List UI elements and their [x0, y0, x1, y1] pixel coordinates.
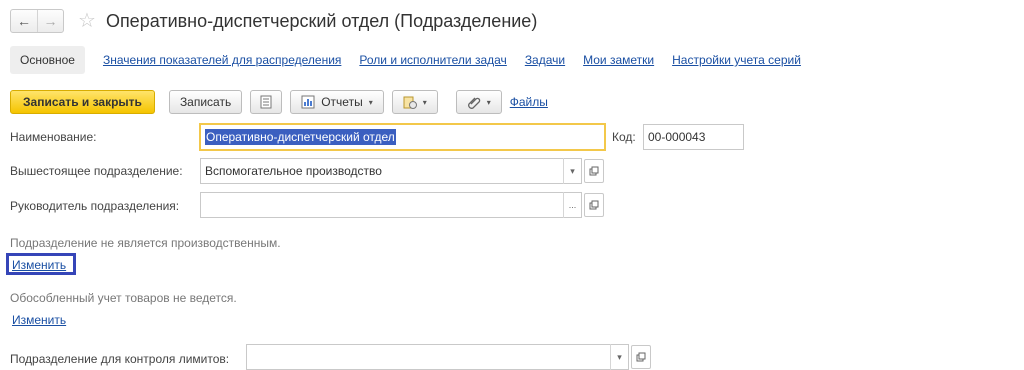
document-icon — [260, 95, 272, 109]
form-tabs: Основное Значения показателей для распре… — [10, 46, 801, 74]
nav-group: ← → — [10, 9, 64, 33]
save-and-close-button[interactable]: Записать и закрыть — [10, 90, 155, 114]
dropdown-button[interactable]: ▾ — [563, 158, 581, 184]
reports-button[interactable]: Отчеты ▾ — [290, 90, 384, 114]
parent-department-label: Вышестоящее подразделение: — [10, 164, 183, 178]
name-value: Оперативно-диспетчерский отдел — [205, 129, 396, 145]
open-window-icon — [636, 352, 646, 362]
save-button[interactable]: Записать — [168, 90, 243, 114]
tab-roles-executors[interactable]: Роли и исполнители задач — [359, 53, 506, 67]
head-input[interactable]: ... — [200, 192, 582, 218]
command-bar: Записать и закрыть Записать Отчеты ▾ ▾ ▾ — [10, 90, 548, 114]
tab-distribution-indicators[interactable]: Значения показателей для распределения — [103, 53, 341, 67]
dropdown-button[interactable]: ▾ — [610, 344, 628, 370]
open-parent-button[interactable] — [584, 159, 604, 183]
open-head-button[interactable] — [584, 193, 604, 217]
document-list-button[interactable] — [250, 90, 283, 114]
window-title: Оперативно-диспетчерский отдел (Подразде… — [105, 10, 538, 31]
change-production-link[interactable]: Изменить — [12, 258, 66, 272]
parent-department-value: Вспомогательное производство — [205, 164, 382, 178]
reports-label: Отчеты — [321, 95, 363, 109]
favorite-star-icon[interactable]: ☆ — [78, 11, 96, 31]
forward-button[interactable]: → — [37, 10, 63, 32]
tab-tasks[interactable]: Задачи — [525, 53, 565, 67]
chevron-down-icon: ▾ — [422, 97, 427, 107]
name-input[interactable]: Оперативно-диспетчерский отдел — [199, 123, 606, 151]
parent-department-input[interactable]: Вспомогательное производство ▾ — [200, 158, 582, 184]
create-based-on-icon — [403, 96, 417, 109]
code-value: 00-000043 — [648, 130, 706, 144]
open-limits-button[interactable] — [631, 345, 651, 369]
limits-department-input[interactable]: ▾ — [246, 344, 629, 370]
title-bar: ← → ☆ Оперативно-диспетчерский отдел (По… — [10, 8, 537, 34]
chevron-down-icon: ▾ — [486, 97, 491, 107]
open-window-icon — [589, 200, 599, 210]
limits-department-label: Подразделение для контроля лимитов: — [10, 352, 230, 366]
chevron-down-icon: ▾ — [368, 97, 373, 107]
change-separate-accounting-link[interactable]: Изменить — [12, 313, 66, 327]
attachments-button[interactable]: ▾ — [455, 90, 502, 114]
tab-series-settings[interactable]: Настройки учета серий — [672, 53, 801, 67]
production-status-text: Подразделение не является производственн… — [10, 236, 281, 250]
code-label: Код: — [612, 130, 636, 144]
name-label: Наименование: — [10, 130, 97, 144]
report-icon — [301, 95, 315, 109]
open-window-icon — [589, 166, 599, 176]
print-button[interactable]: ▾ — [391, 90, 438, 114]
head-label: Руководитель подразделения: — [10, 199, 180, 213]
paperclip-icon — [467, 97, 480, 109]
code-input[interactable]: 00-000043 — [643, 124, 744, 150]
select-button[interactable]: ... — [563, 192, 581, 218]
blank-area — [842, 0, 1024, 370]
files-link[interactable]: Файлы — [510, 95, 548, 109]
separate-accounting-text: Обособленный учет товаров не ведется. — [10, 291, 237, 305]
tab-main[interactable]: Основное — [10, 46, 85, 74]
tab-my-notes[interactable]: Мои заметки — [583, 53, 654, 67]
back-button[interactable]: ← — [11, 10, 37, 32]
